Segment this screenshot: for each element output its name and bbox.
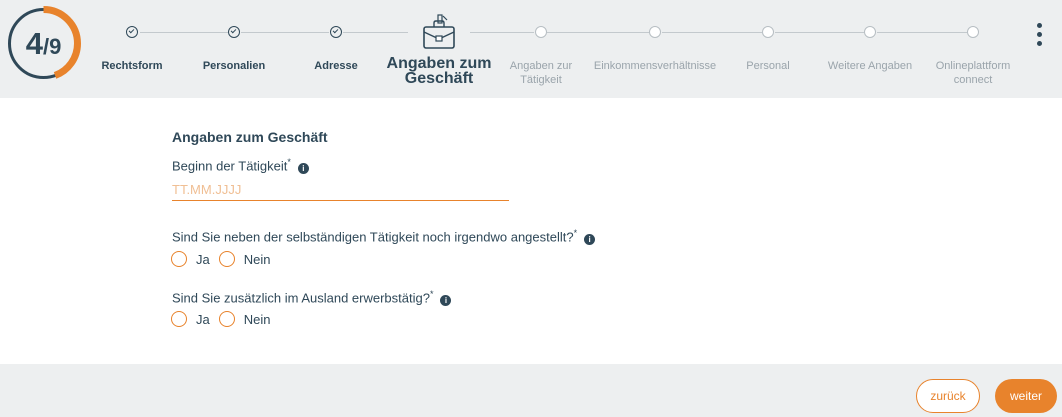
radio-label: Ja	[196, 311, 210, 327]
employed-radio-group: Ja Nein	[171, 249, 279, 269]
step-label: Einkommensverhältnisse	[593, 60, 717, 72]
employed-question-text: Sind Sie neben der selbständigen Tätigke…	[172, 229, 574, 245]
step-dot	[864, 26, 876, 38]
abroad-yes-radio[interactable]	[171, 311, 187, 327]
step-connector	[470, 32, 534, 33]
step-connector	[547, 32, 649, 33]
radio-label: Nein	[243, 251, 271, 267]
progress-current: 4	[25, 25, 43, 61]
back-button[interactable]: zurück	[916, 379, 980, 413]
next-button[interactable]: weiter	[995, 379, 1057, 413]
step-connector	[140, 32, 228, 33]
required-mark: *	[429, 289, 434, 299]
employed-no-radio[interactable]	[218, 251, 235, 267]
employed-yes-radio[interactable]	[171, 251, 187, 267]
info-icon[interactable]: i	[584, 234, 596, 246]
abroad-question-label: Sind Sie zusätzlich im Ausland erwerbstä…	[172, 289, 452, 307]
info-icon[interactable]: i	[440, 295, 452, 307]
progress-count: 4 / 9	[5, 5, 82, 82]
step-label: Onlineplattform connect	[913, 59, 1033, 87]
step-connector	[775, 32, 864, 33]
step-connector	[343, 32, 408, 33]
progress-total: 9	[49, 33, 62, 59]
employed-question-label: Sind Sie neben der selbständigen Tätigke…	[172, 228, 596, 246]
radio-label: Ja	[196, 251, 210, 267]
step-label-line: Tätigkeit	[520, 74, 562, 86]
start-date-label: Beginn der Tätigkeit* i	[172, 157, 309, 175]
step-dot	[535, 26, 547, 38]
briefcase-icon	[423, 14, 455, 49]
step-label-line: Onlineplattform	[935, 60, 1011, 72]
step-connector	[877, 32, 967, 33]
progress-ring: 4 / 9	[5, 5, 82, 82]
more-menu-icon[interactable]	[1034, 23, 1044, 49]
start-date-label-text: Beginn der Tätigkeit	[172, 158, 288, 174]
step-label: Weitere Angaben	[827, 60, 913, 72]
info-icon[interactable]: i	[297, 163, 309, 175]
abroad-question-text: Sind Sie zusätzlich im Ausland erwerbstä…	[172, 290, 430, 306]
check-icon	[330, 26, 342, 38]
step-dot	[762, 26, 774, 38]
step-label-line: Angaben zur	[509, 60, 573, 72]
abroad-radio-group: Ja Nein	[171, 309, 279, 329]
step-connector	[662, 32, 762, 33]
radio-label: Nein	[243, 311, 271, 327]
abroad-no-radio[interactable]	[218, 311, 235, 327]
required-mark: *	[287, 157, 291, 167]
step-connector	[241, 32, 329, 33]
progress-header: 4 / 9 Rechtsform Personalien Adresse Ang…	[0, 0, 1062, 98]
required-mark: *	[573, 228, 578, 238]
check-icon	[126, 26, 138, 38]
step-label: Angaben zur Tätigkeit	[481, 59, 601, 87]
form-title: Angaben zum Geschäft	[172, 129, 328, 145]
step-dot	[649, 26, 661, 38]
check-icon	[228, 26, 240, 38]
step-dot	[967, 26, 979, 38]
footer-bar	[0, 364, 1062, 417]
step-label-line: connect	[953, 74, 993, 86]
start-date-input[interactable]	[172, 178, 509, 201]
